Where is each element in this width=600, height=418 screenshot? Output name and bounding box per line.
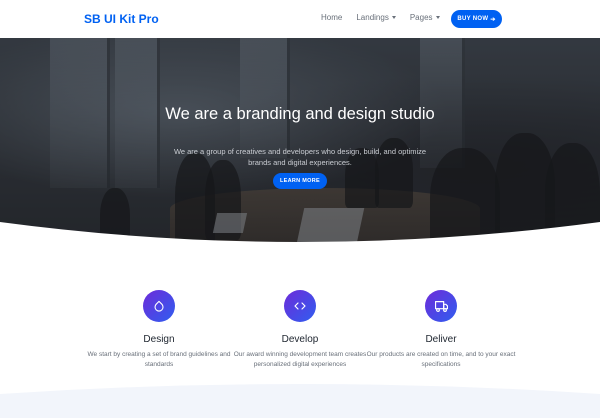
nav-link-home[interactable]: Home — [321, 13, 342, 22]
hero-bottom-curve — [0, 222, 600, 262]
caret-down-icon — [435, 16, 440, 19]
buy-now-label: BUY NOW — [457, 16, 489, 22]
nav-links: Home Landings Pages — [321, 13, 454, 22]
feature-description: We start by creating a set of brand guid… — [87, 351, 231, 368]
feature-description: Our award winning development team creat… — [233, 351, 367, 368]
navbar: SB UI Kit Pro Home Landings Pages BUY NO… — [0, 0, 600, 38]
hero-title: We are a branding and design studio — [165, 105, 435, 123]
buy-now-button[interactable]: BUY NOW ➔ — [451, 10, 502, 28]
hero-section: We are a branding and design studio We a… — [0, 38, 600, 248]
nav-link-landings[interactable]: Landings — [356, 13, 396, 22]
feature-title: Develop — [281, 334, 319, 345]
nav-link-pages[interactable]: Pages — [410, 13, 440, 22]
brand-logo[interactable]: SB UI Kit Pro — [84, 12, 159, 26]
feature-design: Design We start by creating a set of bra… — [79, 290, 239, 369]
feature-develop: Develop Our award winning development te… — [220, 290, 380, 369]
section-bottom-wave — [0, 384, 600, 418]
feature-title: Design — [143, 334, 175, 345]
nav-link-label: Pages — [409, 13, 433, 22]
feature-title: Deliver — [425, 334, 457, 345]
truck-icon — [425, 290, 457, 322]
arrow-right-icon: ➔ — [490, 16, 496, 23]
nav-link-label: Landings — [356, 13, 389, 22]
hero-overlay — [0, 38, 600, 248]
feature-description: Our products are created on time, and to… — [366, 351, 516, 368]
code-icon — [284, 290, 316, 322]
caret-down-icon — [391, 16, 396, 19]
nav-link-label: Home — [321, 13, 343, 22]
hero-subtitle: We are a group of creatives and develope… — [173, 147, 427, 167]
droplet-icon — [143, 290, 175, 322]
feature-deliver: Deliver Our products are created on time… — [361, 290, 521, 369]
learn-more-button[interactable]: LEARN MORE — [273, 173, 327, 189]
